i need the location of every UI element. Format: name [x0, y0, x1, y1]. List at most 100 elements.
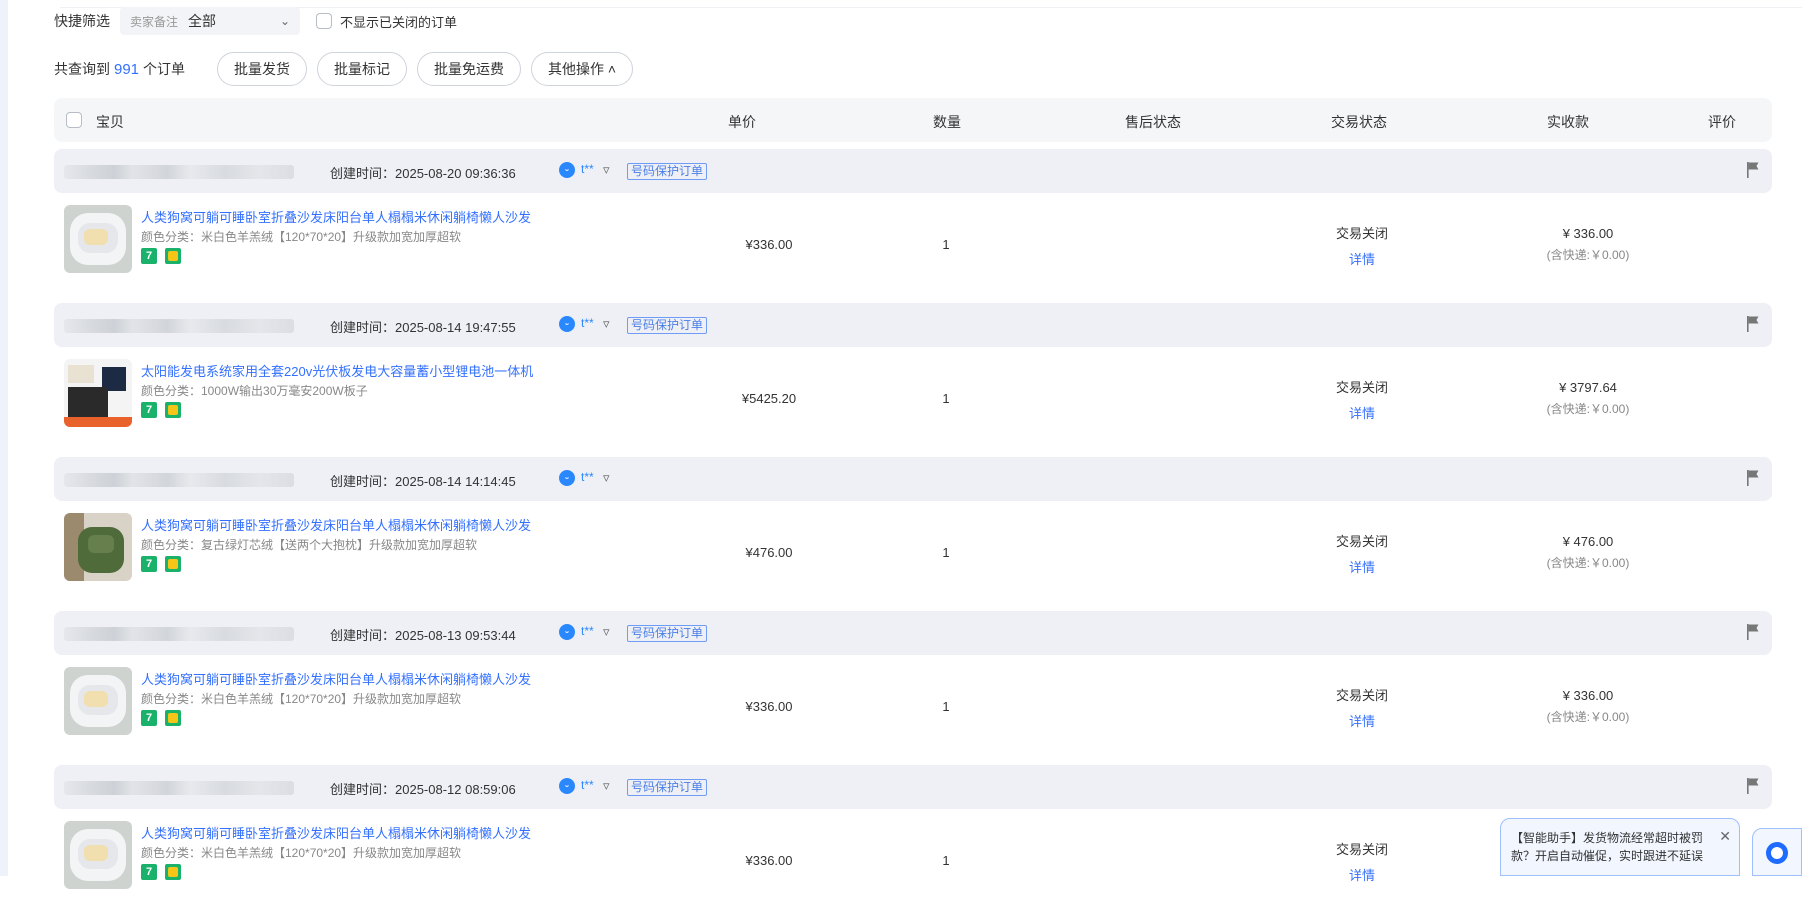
- toast-text: 【智能助手】发货物流经常超时被罚款？开启自动催促，实时跟进不延误: [1511, 831, 1704, 863]
- left-edge-strip: [0, 0, 8, 876]
- buyer-name[interactable]: t**: [581, 778, 594, 792]
- hide-closed-label: 不显示已关闭的订单: [340, 14, 458, 30]
- product-title-link[interactable]: 人类狗窝可躺可睡卧室折叠沙发床阳台单人榻榻米休闲躺椅懒人沙发: [141, 823, 531, 842]
- guarantee-badge-icon: [165, 864, 181, 880]
- order-item: 创建时间：2025-08-13 09:53:44 ᵕ t** ▿ 号码保护订单 …: [54, 611, 1772, 758]
- blurred-order-id: [64, 473, 294, 487]
- privacy-order-tag: 号码保护订单: [627, 625, 708, 642]
- blurred-order-id: [64, 319, 294, 333]
- flag-icon[interactable]: [1746, 469, 1760, 487]
- product-spec: 颜色分类：复古绿灯芯绒【送两个大抱枕】升级款加宽加厚超软: [141, 538, 478, 552]
- wangwang-chat-icon[interactable]: ᵕ: [559, 624, 575, 640]
- funnel-icon[interactable]: ▿: [603, 162, 610, 178]
- created-time: 创建时间：2025-08-20 09:36:36: [330, 166, 516, 181]
- flag-icon[interactable]: [1746, 623, 1760, 641]
- buyer-name[interactable]: t**: [581, 624, 594, 638]
- blurred-order-id: [64, 165, 294, 179]
- table-header: 宝贝 单价 数量 售后状态 交易状态 实收款 评价: [54, 98, 1772, 142]
- flag-icon[interactable]: [1746, 161, 1760, 179]
- seven-day-return-icon: 7: [141, 402, 157, 418]
- guarantee-badge-icon: [165, 556, 181, 572]
- product-title-link[interactable]: 人类狗窝可躺可睡卧室折叠沙发床阳台单人榻榻米休闲躺椅懒人沙发: [141, 515, 531, 534]
- created-time: 创建时间：2025-08-14 19:47:55: [330, 320, 516, 335]
- detail-link[interactable]: 详情: [1332, 865, 1392, 884]
- flag-icon[interactable]: [1746, 777, 1760, 795]
- shipping-fee: (含快递:￥0.00): [1546, 402, 1630, 416]
- seller-note-select[interactable]: 卖家备注 全部 ⌄: [120, 7, 300, 35]
- product-thumbnail[interactable]: [64, 205, 132, 273]
- paid-amount: ¥ 476.00: [1562, 534, 1614, 549]
- funnel-icon[interactable]: ▿: [603, 470, 610, 486]
- product-spec: 颜色分类：1000W输出30万毫安200W板子: [141, 384, 368, 398]
- select-all-checkbox[interactable]: [66, 112, 82, 128]
- product-title-link[interactable]: 人类狗窝可躺可睡卧室折叠沙发床阳台单人榻榻米休闲躺椅懒人沙发: [141, 207, 531, 226]
- created-time: 创建时间：2025-08-13 09:53:44: [330, 628, 516, 643]
- wangwang-chat-icon[interactable]: ᵕ: [559, 162, 575, 178]
- assistant-toast[interactable]: 【智能助手】发货物流经常超时被罚款？开启自动催促，实时跟进不延误 ✕: [1500, 818, 1740, 876]
- wangwang-chat-icon[interactable]: ᵕ: [559, 316, 575, 332]
- product-spec: 颜色分类：米白色羊羔绒【120*70*20】升级款加宽加厚超软: [141, 230, 462, 244]
- detail-link[interactable]: 详情: [1332, 403, 1392, 422]
- shipping-fee: (含快递:￥0.00): [1546, 710, 1630, 724]
- batch-mark-button[interactable]: 批量标记: [317, 52, 408, 86]
- privacy-order-tag: 号码保护订单: [627, 317, 708, 334]
- funnel-icon[interactable]: ▿: [603, 624, 610, 640]
- chevron-down-icon: ⌄: [279, 14, 290, 28]
- paid-amount: ¥ 3797.64: [1559, 380, 1617, 395]
- product-thumbnail[interactable]: [64, 667, 132, 735]
- assistant-button[interactable]: [1752, 828, 1802, 876]
- order-header: 创建时间：2025-08-14 19:47:55 ᵕ t** ▿ 号码保护订单: [54, 303, 1772, 347]
- seven-day-return-icon: 7: [141, 710, 157, 726]
- created-time: 创建时间：2025-08-12 08:59:06: [330, 782, 516, 797]
- wangwang-chat-icon[interactable]: ᵕ: [559, 470, 575, 486]
- unit-price: ¥336.00: [745, 853, 793, 868]
- quick-filter-label: 快捷筛选: [54, 13, 110, 29]
- guarantee-badge-icon: [165, 402, 181, 418]
- unit-price: ¥336.00: [745, 699, 793, 714]
- privacy-order-tag: 号码保护订单: [627, 163, 708, 180]
- close-icon[interactable]: ✕: [1719, 827, 1731, 845]
- product-title-link[interactable]: 人类狗窝可躺可睡卧室折叠沙发床阳台单人榻榻米休闲躺椅懒人沙发: [141, 669, 531, 688]
- hide-closed-orders-toggle[interactable]: 不显示已关闭的订单: [316, 12, 457, 31]
- order-item: 创建时间：2025-08-20 09:36:36 ᵕ t** ▿ 号码保护订单 …: [54, 149, 1772, 296]
- other-operations-button[interactable]: 其他操作 ˄: [531, 52, 634, 86]
- batch-ship-button[interactable]: 批量发货: [217, 52, 308, 86]
- hide-closed-checkbox[interactable]: [316, 13, 332, 29]
- quick-filter-row: 快捷筛选 卖家备注 全部 ⌄ 不显示已关闭的订单: [54, 0, 1772, 42]
- order-body: 太阳能发电系统家用全套220v光伏板发电大容量蓄小型锂电池一体机 颜色分类：10…: [54, 347, 1772, 450]
- quantity: 1: [942, 391, 950, 406]
- product-spec: 颜色分类：米白色羊羔绒【120*70*20】升级款加宽加厚超软: [141, 846, 462, 860]
- flag-icon[interactable]: [1746, 315, 1760, 333]
- product-thumbnail[interactable]: [64, 821, 132, 889]
- select-value: 全部: [188, 13, 217, 29]
- funnel-icon[interactable]: ▿: [603, 316, 610, 332]
- detail-link[interactable]: 详情: [1332, 249, 1392, 268]
- guarantee-badge-icon: [165, 710, 181, 726]
- trade-status: 交易关闭: [1335, 842, 1388, 857]
- paid-amount: ¥ 336.00: [1562, 226, 1614, 241]
- order-item: 创建时间：2025-08-14 14:14:45 ᵕ t** ▿ 人类狗窝可躺可…: [54, 457, 1772, 604]
- summary-prefix: 共查询到: [54, 61, 110, 77]
- product-thumbnail[interactable]: [64, 513, 132, 581]
- col-item: 宝贝: [96, 114, 124, 130]
- col-review: 评价: [1708, 114, 1736, 130]
- detail-link[interactable]: 详情: [1332, 557, 1392, 576]
- privacy-order-tag: 号码保护订单: [627, 779, 708, 796]
- summary-actions-row: 共查询到 991 个订单 批量发货 批量标记 批量免运费 其他操作 ˄: [54, 42, 1772, 96]
- batch-free-shipping-button[interactable]: 批量免运费: [417, 52, 522, 86]
- buyer-name[interactable]: t**: [581, 316, 594, 330]
- blurred-order-id: [64, 781, 294, 795]
- order-item: 创建时间：2025-08-14 19:47:55 ᵕ t** ▿ 号码保护订单 …: [54, 303, 1772, 450]
- wangwang-chat-icon[interactable]: ᵕ: [559, 778, 575, 794]
- product-spec: 颜色分类：米白色羊羔绒【120*70*20】升级款加宽加厚超软: [141, 692, 462, 706]
- funnel-icon[interactable]: ▿: [603, 778, 610, 794]
- product-thumbnail[interactable]: [64, 359, 132, 427]
- blurred-order-id: [64, 627, 294, 641]
- select-prefix-label: 卖家备注: [130, 14, 179, 29]
- buyer-name[interactable]: t**: [581, 162, 594, 176]
- detail-link[interactable]: 详情: [1332, 711, 1392, 730]
- paid-amount: ¥ 336.00: [1562, 688, 1614, 703]
- product-title-link[interactable]: 太阳能发电系统家用全套220v光伏板发电大容量蓄小型锂电池一体机: [141, 361, 533, 380]
- order-body: 人类狗窝可躺可睡卧室折叠沙发床阳台单人榻榻米休闲躺椅懒人沙发 颜色分类：米白色羊…: [54, 193, 1772, 296]
- buyer-name[interactable]: t**: [581, 470, 594, 484]
